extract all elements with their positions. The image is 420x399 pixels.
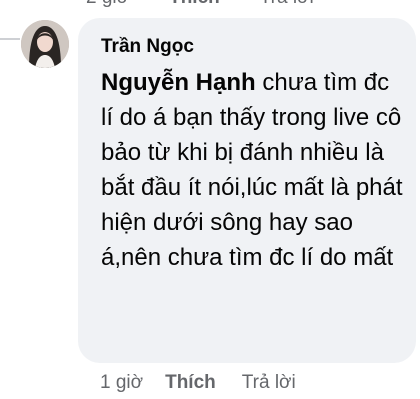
comment-author[interactable]: Trần Ngọc — [101, 35, 404, 59]
comment-bubble: Trần Ngọc Nguyễn Hạnh chưa tìm đc lí do … — [78, 18, 416, 363]
avatar-photo-icon — [21, 20, 69, 68]
mention-link[interactable]: Nguyễn Hạnh — [101, 69, 256, 96]
comment-actions: 1 giờ Thích Trả lời — [100, 372, 296, 394]
previous-comment-time[interactable]: 2 giờ — [86, 0, 129, 8]
previous-like-button[interactable]: Thích — [169, 0, 220, 8]
comment-thread: 2 giờ Thích Trả lời Trần Ngọc Nguyễn Hạnh … — [0, 0, 420, 399]
comment-body: Nguyễn Hạnh chưa tìm đc lí do á bạn thấy… — [101, 65, 404, 275]
previous-comment-actions: 2 giờ Thích Trả lời — [86, 0, 354, 9]
reply-button[interactable]: Trả lời — [242, 372, 296, 393]
previous-reply-button[interactable]: Trả lời — [260, 0, 314, 8]
comment-timestamp[interactable]: 1 giờ — [100, 372, 143, 393]
comment-text: chưa tìm đc lí do á bạn thấy trong live … — [101, 69, 403, 271]
like-button[interactable]: Thích — [165, 372, 216, 393]
reply-thread-connector — [0, 38, 20, 40]
avatar[interactable] — [21, 20, 69, 68]
